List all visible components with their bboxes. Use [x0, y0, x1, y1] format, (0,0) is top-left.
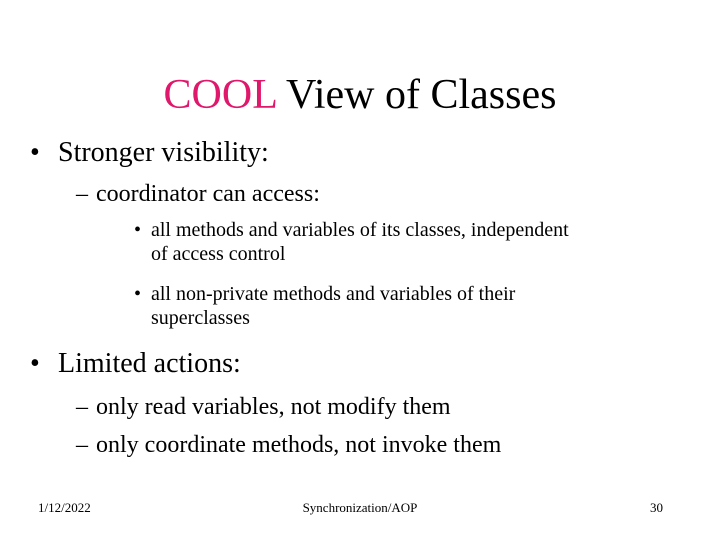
item-line: superclasses — [151, 307, 250, 329]
subbullet-coordinate-methods: – only coordinate methods, not invoke th… — [76, 431, 502, 459]
bullet-icon: • — [30, 348, 40, 379]
subbullet-text: only coordinate methods, not invoke them — [96, 432, 502, 458]
slide-number: 30 — [650, 500, 663, 515]
bullet-limited-actions: • Limited actions: — [30, 348, 241, 380]
item-line: all non-private methods and variables of… — [151, 283, 516, 305]
subbullet-coordinator-access: – coordinator can access: — [76, 180, 320, 208]
subbullet-text: only read variables, not modify them — [96, 394, 451, 420]
slide-title: COOL View of Classes — [0, 70, 720, 120]
bullet-stronger-visibility: • Stronger visibility: — [30, 137, 269, 169]
title-rest: View of Classes — [276, 72, 557, 118]
dash-icon: – — [76, 181, 88, 207]
subbullet-read-variables: – only read variables, not modify them — [76, 393, 451, 421]
footer-title: Synchronization/AOP — [302, 500, 418, 515]
bullet-icon: • — [134, 219, 142, 241]
title-accent: COOL — [163, 72, 277, 118]
bullet-icon: • — [134, 283, 142, 305]
bullet-text: Limited actions: — [58, 348, 241, 379]
item-all-methods: • all methods and variables of its class… — [134, 218, 569, 266]
item-non-private-methods: • all non-private methods and variables … — [134, 282, 516, 330]
bullet-icon: • — [30, 137, 40, 168]
subbullet-text: coordinator can access: — [96, 181, 320, 207]
dash-icon: – — [76, 394, 88, 420]
item-line: all methods and variables of its classes… — [151, 219, 569, 241]
bullet-text: Stronger visibility: — [58, 137, 269, 168]
dash-icon: – — [76, 432, 88, 458]
item-line: of access control — [151, 243, 286, 265]
